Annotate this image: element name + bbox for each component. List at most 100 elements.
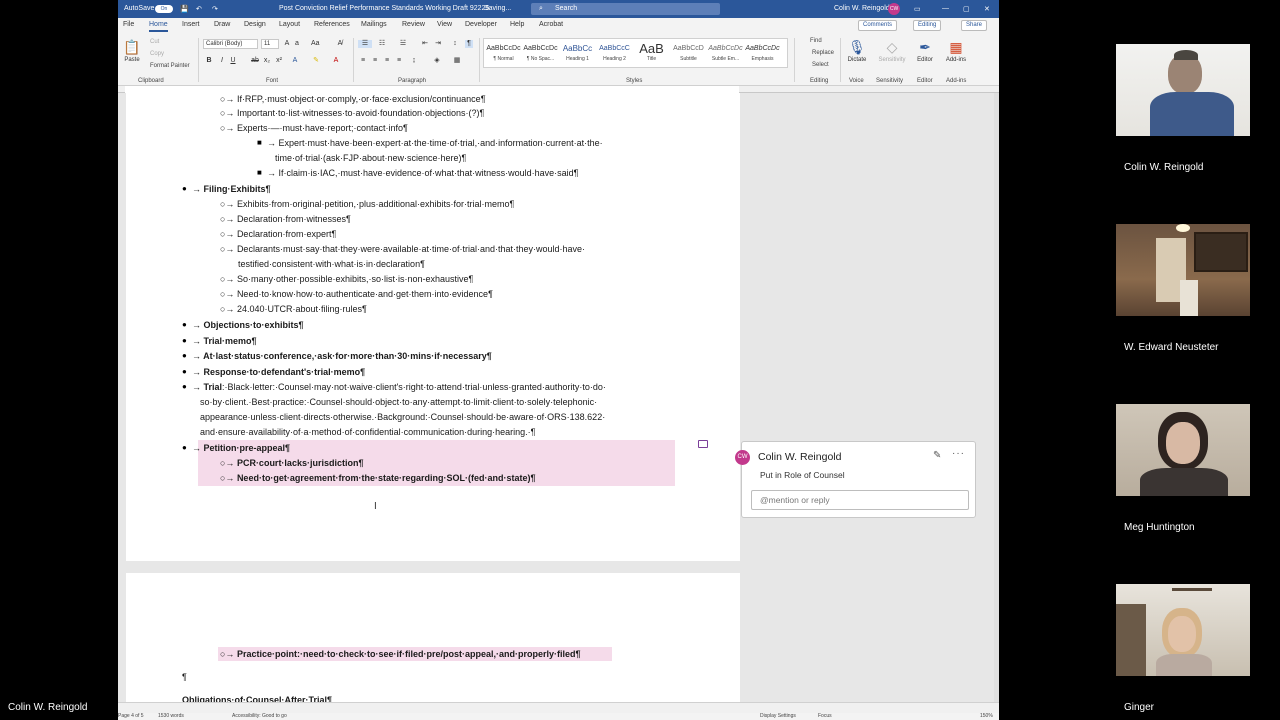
editing-mode-button[interactable]: Editing	[913, 20, 942, 31]
sensitivity-button[interactable]: ◇ Sensitivity	[875, 38, 909, 64]
style-no-spacing[interactable]: AaBbCcDc ¶ No Spac...	[522, 41, 559, 67]
paragraph-mark[interactable]: ¶	[182, 672, 187, 682]
format-painter-button[interactable]: Format Painter	[150, 63, 190, 69]
list-item-text[interactable]: ○→ 24.040·UTCR·about·filing·rules¶	[220, 304, 367, 314]
underline-icon[interactable]: U	[229, 57, 237, 65]
numbering-icon[interactable]: ☷	[378, 40, 386, 48]
increase-indent-icon[interactable]: ⇥	[434, 40, 442, 48]
list-heading[interactable]: → Filing·Exhibits¶	[192, 184, 271, 194]
strikethrough-icon[interactable]: ab	[251, 57, 259, 65]
tab-help[interactable]: Help	[510, 21, 524, 28]
font-name-select[interactable]: Calibri (Body)	[203, 39, 258, 49]
redo-icon[interactable]: ↷	[212, 5, 218, 13]
tab-view[interactable]: View	[437, 21, 452, 28]
search-box[interactable]: ⌕ Search	[531, 3, 720, 15]
line-spacing-icon[interactable]: ↨	[410, 57, 418, 65]
maximize-icon[interactable]: ▢	[963, 5, 970, 13]
bold-icon[interactable]: B	[205, 57, 213, 65]
horizontal-scrollbar[interactable]	[118, 702, 999, 713]
horizontal-ruler[interactable]	[118, 86, 999, 93]
accessibility-status[interactable]: Accessibility: Good to go	[232, 713, 287, 719]
highlight-icon[interactable]: ✎	[312, 57, 320, 65]
comments-button[interactable]: Comments	[858, 20, 898, 31]
tab-references[interactable]: References	[314, 21, 350, 28]
grow-font-icon[interactable]: A	[283, 40, 291, 48]
list-item-text[interactable]: appearance·unless·client·directs·otherwi…	[200, 412, 605, 422]
font-size-select[interactable]: 11	[261, 39, 279, 49]
autosave-toggle[interactable]: On	[155, 5, 173, 13]
tab-draw[interactable]: Draw	[214, 21, 230, 28]
list-heading[interactable]: → Trial·memo¶	[192, 336, 257, 346]
vertical-scrollbar[interactable]	[994, 93, 999, 702]
tab-design[interactable]: Design	[244, 21, 266, 28]
edit-pencil-icon[interactable]: ✎	[933, 450, 941, 461]
list-item-text[interactable]: → Trial:·Black·letter:·Counsel·may·not·w…	[192, 382, 606, 392]
style-subtitle[interactable]: AaBbCcD Subtitle	[670, 41, 707, 67]
replace-button[interactable]: Replace	[812, 50, 834, 56]
tab-home[interactable]: Home	[149, 21, 168, 32]
editor-button[interactable]: ✒ Editor	[911, 38, 939, 64]
find-button[interactable]: Find	[810, 38, 822, 44]
tab-review[interactable]: Review	[402, 21, 425, 28]
italic-icon[interactable]: I	[218, 57, 226, 65]
clear-formatting-icon[interactable]: A̸	[336, 40, 344, 48]
minimize-icon[interactable]: —	[942, 5, 949, 12]
page-count[interactable]: Page 4 of 5	[118, 713, 144, 719]
list-item-text[interactable]: ○→ Declarants·must·say·that·they·were·av…	[220, 244, 585, 254]
shrink-font-icon[interactable]: a	[293, 40, 301, 48]
comment-marker-icon[interactable]	[698, 440, 708, 448]
addins-button[interactable]: ▦ Add-ins	[942, 38, 970, 64]
style-title[interactable]: AaB Title	[633, 41, 670, 67]
list-heading[interactable]: → Response·to·defendant's·trial·memo¶	[192, 367, 365, 377]
list-item-text[interactable]: ○→ Declaration·from·witnesses¶	[220, 214, 351, 224]
document-page[interactable]: ○→ If·RFP,·must·object·or·comply,·or·fac…	[126, 93, 740, 561]
reply-input[interactable]: @mention or reply	[751, 490, 969, 510]
close-icon[interactable]: ✕	[984, 5, 990, 13]
shading-icon[interactable]: ◈	[433, 57, 441, 65]
style-heading-2[interactable]: AaBbCcC Heading 2	[596, 41, 633, 67]
list-item-text[interactable]: ○→ Important·to·list·witnesses·to·avoid·…	[220, 108, 484, 118]
list-item-text[interactable]: ○→ Declaration·from·expert¶	[220, 229, 336, 239]
display-settings[interactable]: Display Settings	[760, 713, 796, 719]
word-count[interactable]: 1530 words	[158, 713, 184, 719]
tab-insert[interactable]: Insert	[182, 21, 200, 28]
justify-icon[interactable]: ≡	[395, 57, 403, 65]
ribbon-display-icon[interactable]: ▭	[914, 5, 921, 13]
list-item-text[interactable]: ○→ Need·to·know·how·to·authenticate·and·…	[220, 289, 493, 299]
copy-button[interactable]: Copy	[150, 51, 164, 57]
font-color-icon[interactable]: A	[332, 57, 340, 65]
tab-layout[interactable]: Layout	[279, 21, 300, 28]
list-item-text[interactable]: ○→ Experts·—·must·have·report;·contact·i…	[220, 123, 408, 133]
style-subtle-emphasis[interactable]: AaBbCcDc Subtle Em...	[707, 41, 744, 67]
text-effects-icon[interactable]: A	[291, 57, 299, 65]
list-item-text[interactable]: ○→ If·RFP,·must·object·or·comply,·or·fac…	[220, 94, 486, 104]
save-icon[interactable]: 💾	[180, 5, 189, 13]
list-item-text[interactable]: → Expert·must·have·been·expert·at·the·ti…	[267, 138, 603, 148]
list-item-text[interactable]: ○→ PCR·court·lacks·jurisdiction¶	[220, 458, 363, 468]
subscript-icon[interactable]: x₂	[263, 57, 271, 65]
bullets-icon[interactable]: ☰	[358, 40, 372, 48]
video-tile[interactable]	[1116, 224, 1250, 316]
sort-icon[interactable]: ↕	[451, 40, 459, 48]
list-item-text[interactable]: → If·claim·is·IAC,·must·have·evidence·of…	[267, 168, 578, 178]
comment-card[interactable]: CW Colin W. Reingold Put in Role of Coun…	[735, 441, 976, 518]
list-heading[interactable]: → Objections·to·exhibits¶	[192, 320, 304, 330]
video-tile[interactable]	[1116, 44, 1250, 136]
show-formatting-icon[interactable]: ¶	[465, 40, 473, 48]
paste-button[interactable]: 📋 Paste	[118, 38, 146, 64]
zoom-level[interactable]: 150%	[980, 713, 993, 719]
list-heading[interactable]: → Petition·pre-appeal¶	[192, 443, 290, 453]
decrease-indent-icon[interactable]: ⇤	[421, 40, 429, 48]
video-tile[interactable]	[1116, 584, 1250, 676]
focus-mode[interactable]: Focus	[818, 713, 832, 719]
account-name[interactable]: Colin W. Reingold	[834, 5, 890, 12]
list-item-text[interactable]: ○→ Need·to·get·agreement·from·the·state·…	[220, 473, 535, 483]
align-left-icon[interactable]: ≡	[359, 57, 367, 65]
list-item-text[interactable]: ○→ Exhibits·from·original·petition,·plus…	[220, 199, 514, 209]
list-item-text[interactable]: so·by·client.·Best·practice:·Counsel·sho…	[200, 397, 597, 407]
video-tile[interactable]	[1116, 404, 1250, 496]
list-item-text[interactable]: time·of·trial·(ask·FJP·about·new·science…	[275, 153, 466, 163]
tab-file[interactable]: File	[123, 21, 134, 28]
list-item-text[interactable]: and·ensure·availability·of·a·method·of·c…	[200, 427, 536, 437]
more-options-icon[interactable]: ···	[952, 448, 965, 459]
